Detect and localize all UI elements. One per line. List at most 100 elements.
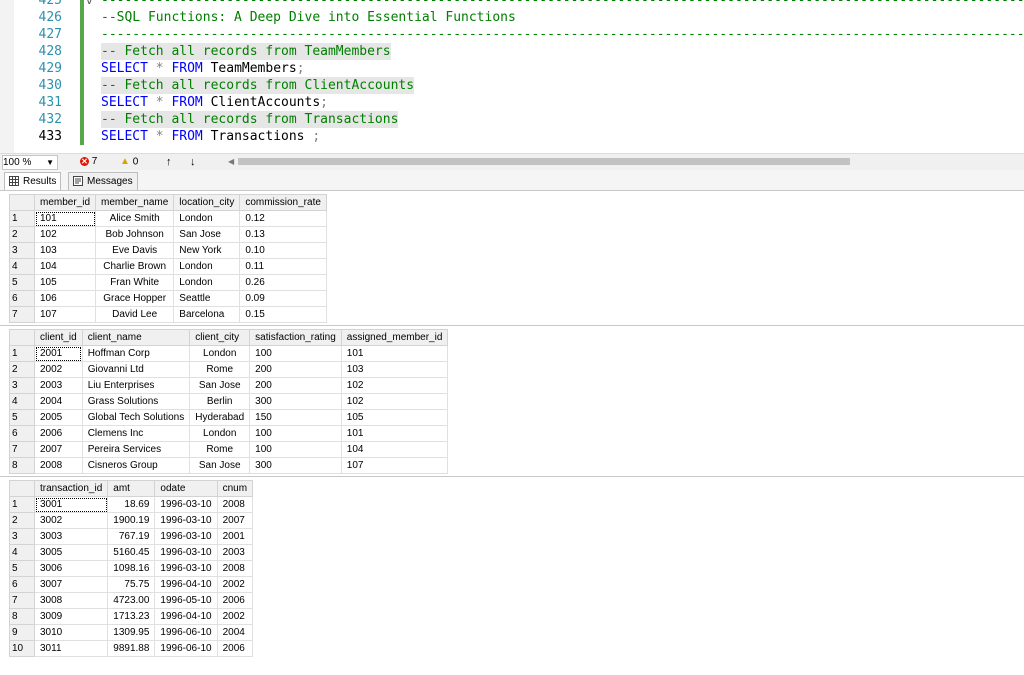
row-number[interactable]: 4 <box>9 544 35 561</box>
table-cell[interactable]: 100 <box>249 345 342 362</box>
result-grid-2[interactable]: client_id client_name client_city satisfact… <box>0 325 1024 476</box>
table-cell[interactable]: 1996-03-10 <box>154 512 218 529</box>
table-cell[interactable]: 3001 <box>33 496 109 513</box>
table-cell[interactable]: 106 <box>33 290 97 307</box>
table-cell[interactable]: 75.75 <box>107 576 156 593</box>
table-cell[interactable]: Charlie Brown <box>95 258 175 275</box>
row-number[interactable]: 8 <box>9 457 35 474</box>
table-row[interactable]: 10 3011 9891.88 1996-06-10 2006 <box>9 640 254 657</box>
table-cell[interactable]: 200 <box>249 361 342 378</box>
table-cell[interactable]: 300 <box>249 393 342 410</box>
fold-toggle-icon[interactable]: v <box>86 0 96 9</box>
table-cell[interactable]: 103 <box>33 242 97 259</box>
table-cell[interactable]: 1996-03-10 <box>154 528 218 545</box>
row-number[interactable]: 6 <box>9 290 35 307</box>
table-cell[interactable]: 2002 <box>216 576 254 593</box>
table-cell[interactable]: 102 <box>340 393 449 410</box>
result-grid-3[interactable]: transaction_id amt odate cnum 1 3001 18.69 1996… <box>0 476 1024 675</box>
errors-indicator[interactable]: ✕ 7 <box>80 154 97 170</box>
column-header[interactable]: client_city <box>189 329 251 346</box>
table-cell[interactable]: Grass Solutions <box>81 393 191 410</box>
table-row[interactable]: 6 106 Grace Hopper Seattle 0.09 <box>9 290 327 307</box>
tab-messages[interactable]: Messages <box>68 172 138 190</box>
table-row[interactable]: 2 3002 1900.19 1996-03-10 2007 <box>9 512 254 529</box>
table-cell[interactable]: London <box>173 258 241 275</box>
arrow-down-icon[interactable]: ↓ <box>190 154 196 170</box>
table-cell[interactable]: 101 <box>340 425 449 442</box>
code-line[interactable]: 432 -- Fetch all records from Transaction… <box>0 111 1024 128</box>
table-cell[interactable]: 105 <box>340 409 449 426</box>
row-number[interactable]: 3 <box>9 377 35 394</box>
row-number[interactable]: 6 <box>9 576 35 593</box>
column-header[interactable]: odate <box>154 480 218 497</box>
column-header[interactable]: amt <box>107 480 156 497</box>
table-cell[interactable]: 107 <box>340 457 449 474</box>
table-cell[interactable]: 2002 <box>34 361 83 378</box>
table-cell[interactable]: 2007 <box>34 441 83 458</box>
table-cell[interactable]: 1996-04-10 <box>154 608 218 625</box>
table-cell[interactable]: 102 <box>33 226 97 243</box>
row-number[interactable]: 7 <box>9 592 35 609</box>
table-cell[interactable]: 100 <box>249 425 342 442</box>
table-cell[interactable]: Clemens Inc <box>81 425 191 442</box>
table-cell[interactable]: 1098.16 <box>107 560 156 577</box>
row-number[interactable]: 4 <box>9 393 35 410</box>
table-cell[interactable]: London <box>173 274 241 291</box>
table-row[interactable]: 3 3003 767.19 1996-03-10 2001 <box>9 528 254 545</box>
table-cell[interactable]: San Jose <box>173 226 241 243</box>
table-cell[interactable]: 0.10 <box>239 242 327 259</box>
table-cell[interactable]: Liu Enterprises <box>81 377 191 394</box>
table-row[interactable]: 2 2002 Giovanni Ltd Rome 200 103 <box>9 361 449 378</box>
table-cell[interactable]: 104 <box>340 441 449 458</box>
table-cell[interactable]: Berlin <box>189 393 251 410</box>
table-row[interactable]: 8 2008 Cisneros Group San Jose 300 107 <box>9 457 449 474</box>
table-row[interactable]: 1 2001 Hoffman Corp London 100 101 <box>9 345 449 362</box>
table-cell[interactable]: 3010 <box>33 624 109 641</box>
table-cell[interactable]: 2001 <box>216 528 254 545</box>
table-cell[interactable]: San Jose <box>189 377 251 394</box>
row-number[interactable]: 1 <box>9 345 35 362</box>
table-cell[interactable]: London <box>173 210 241 227</box>
code-line[interactable]: 427 -------------------------------------… <box>0 26 1024 43</box>
table-cell[interactable]: 101 <box>340 345 449 362</box>
table-row[interactable]: 3 2003 Liu Enterprises San Jose 200 102 <box>9 377 449 394</box>
team-members-table[interactable]: member_id member_name location_city commiss… <box>9 194 327 323</box>
table-row[interactable]: 4 2004 Grass Solutions Berlin 300 102 <box>9 393 449 410</box>
table-cell[interactable]: 1996-05-10 <box>154 592 218 609</box>
table-row[interactable]: 6 2006 Clemens Inc London 100 101 <box>9 425 449 442</box>
table-row[interactable]: 4 3005 5160.45 1996-03-10 2003 <box>9 544 254 561</box>
sql-editor[interactable]: 425 v ------------------------------------… <box>0 0 1024 153</box>
row-number[interactable]: 5 <box>9 274 35 291</box>
table-cell[interactable]: 0.11 <box>239 258 327 275</box>
warnings-indicator[interactable]: ▲ 0 <box>120 154 138 171</box>
table-cell[interactable]: 2004 <box>34 393 83 410</box>
transactions-table[interactable]: transaction_id amt odate cnum 1 3001 18.69 1996… <box>9 480 254 657</box>
table-cell[interactable]: 3002 <box>33 512 109 529</box>
row-number[interactable]: 3 <box>9 242 35 259</box>
table-cell[interactable]: 1996-03-10 <box>154 544 218 561</box>
table-cell[interactable]: 18.69 <box>107 496 156 513</box>
horizontal-scrollbar-thumb[interactable] <box>238 158 850 165</box>
row-number[interactable]: 9 <box>9 624 35 641</box>
code-line[interactable]: 425 v ------------------------------------… <box>0 0 1024 9</box>
table-cell[interactable]: 3009 <box>33 608 109 625</box>
table-row[interactable]: 6 3007 75.75 1996-04-10 2002 <box>9 576 254 593</box>
grid-corner[interactable] <box>9 329 35 346</box>
column-header[interactable]: location_city <box>173 194 241 211</box>
table-cell[interactable]: 101 <box>33 210 97 227</box>
table-cell[interactable]: 300 <box>249 457 342 474</box>
column-header[interactable]: commission_rate <box>239 194 327 211</box>
row-number[interactable]: 6 <box>9 425 35 442</box>
table-cell[interactable]: 0.15 <box>239 306 327 323</box>
table-cell[interactable]: 2001 <box>34 345 83 362</box>
row-number[interactable]: 1 <box>9 210 35 227</box>
row-number[interactable]: 7 <box>9 306 35 323</box>
table-cell[interactable]: London <box>189 425 251 442</box>
client-accounts-table[interactable]: client_id client_name client_city satisfact… <box>9 329 449 474</box>
column-header[interactable]: transaction_id <box>33 480 109 497</box>
table-cell[interactable]: 0.09 <box>239 290 327 307</box>
row-number[interactable]: 2 <box>9 361 35 378</box>
table-cell[interactable]: 104 <box>33 258 97 275</box>
row-number[interactable]: 3 <box>9 528 35 545</box>
table-cell[interactable]: Global Tech Solutions <box>81 409 191 426</box>
